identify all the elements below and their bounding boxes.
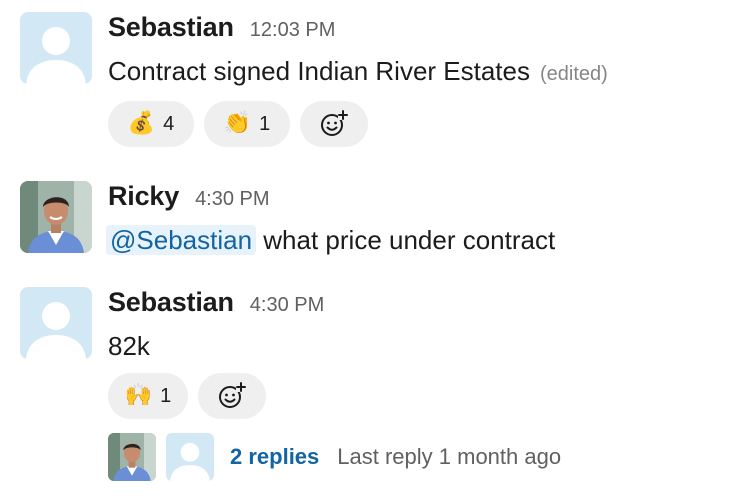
profile-photo [20, 181, 92, 253]
add-reaction-button[interactable] [198, 373, 266, 419]
person-silhouette-icon [170, 443, 210, 481]
reaction-count: 1 [160, 384, 172, 407]
thread-summary[interactable]: 2 replies Last reply 1 month ago [108, 433, 744, 481]
reaction-count: 1 [259, 112, 271, 135]
thread-participant-sebastian [166, 433, 214, 481]
add-reaction-icon [219, 382, 246, 408]
reaction-clapping[interactable]: 👏 1 [204, 101, 290, 147]
add-reaction-button[interactable] [300, 101, 368, 147]
profile-photo [108, 433, 156, 481]
edited-label: (edited) [540, 63, 608, 85]
avatar-sebastian[interactable] [20, 287, 92, 359]
author-name[interactable]: Sebastian [108, 287, 234, 318]
avatar-sebastian[interactable] [20, 12, 92, 84]
reaction-money-bag[interactable]: 💰 4 [108, 101, 194, 147]
user-mention[interactable]: @Sebastian [106, 225, 257, 255]
message-text: Contract signed Indian River Estates (edi… [108, 54, 744, 91]
thread-replies-link[interactable]: 2 replies [230, 444, 319, 470]
author-name[interactable]: Ricky [108, 181, 179, 212]
reactions: 💰 4 👏 1 [108, 101, 744, 147]
author-name[interactable]: Sebastian [108, 12, 234, 43]
thread-last-reply: Last reply 1 month ago [337, 444, 562, 469]
avatar-ricky[interactable] [20, 181, 92, 253]
add-reaction-icon [321, 110, 348, 136]
reaction-raising-hands[interactable]: 🙌 1 [108, 373, 188, 419]
thread-participant-ricky [108, 433, 156, 481]
raising-hands-icon: 🙌 [124, 383, 153, 408]
person-silhouette-icon [26, 27, 86, 84]
message-body: what price under contract [263, 225, 556, 255]
message-text: @Sebastian what price under contract [106, 223, 744, 257]
reaction-count: 4 [163, 112, 175, 135]
person-silhouette-icon [26, 302, 86, 359]
timestamp[interactable]: 4:30 PM [195, 188, 269, 211]
message-body: Contract signed Indian River Estates [108, 56, 530, 86]
message-text: 82k [108, 329, 744, 363]
money-bag-icon: 💰 [127, 111, 156, 136]
timestamp[interactable]: 12:03 PM [250, 19, 336, 42]
clapping-hands-icon: 👏 [223, 111, 252, 136]
message-body: 82k [108, 331, 150, 361]
reactions: 🙌 1 [108, 373, 744, 419]
timestamp[interactable]: 4:30 PM [250, 294, 324, 317]
